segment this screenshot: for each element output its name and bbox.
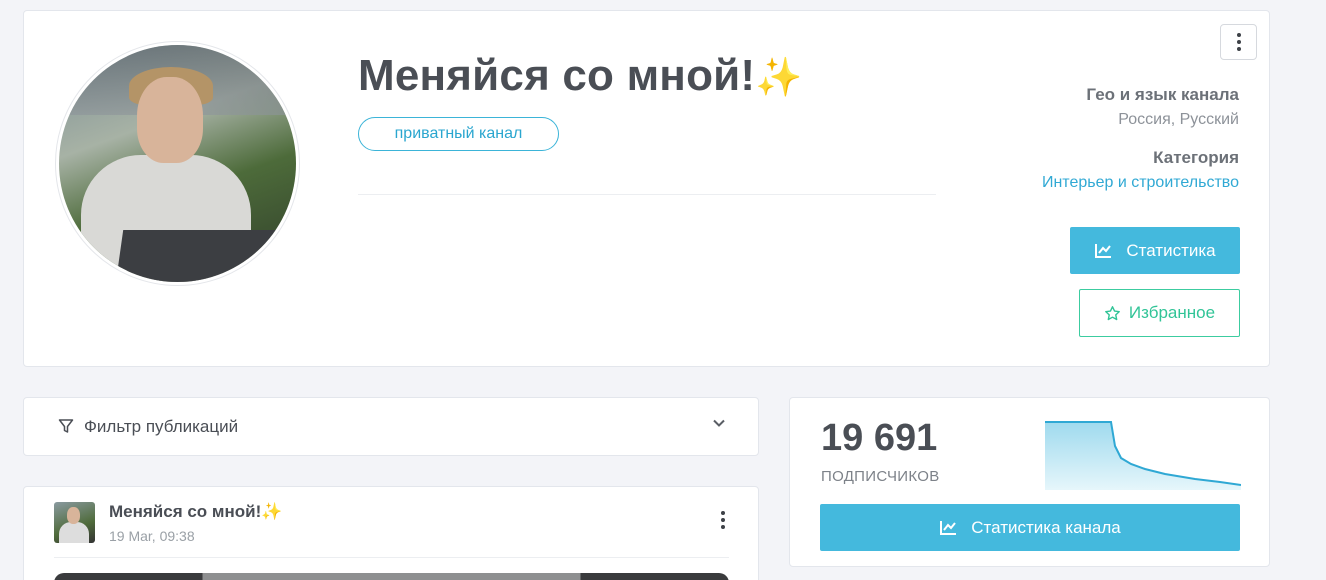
channel-avatar (55, 41, 300, 286)
more-vertical-icon (721, 511, 725, 515)
favorite-button[interactable]: Избранное (1079, 289, 1240, 337)
sparkles-icon: ✨ (755, 57, 803, 99)
channel-header-card: Меняйся со мной!✨ приватный канал Гео и … (23, 10, 1270, 367)
subscribers-card: 19 691 ПОДПИСЧИКОВ Статистика канала (789, 397, 1270, 567)
post-media-image (54, 573, 729, 580)
filter-icon (58, 419, 74, 433)
post-card: Меняйся со мной!✨ 19 Mar, 09:38 (23, 486, 759, 580)
star-icon (1104, 305, 1120, 320)
category-label: Категория (1153, 148, 1239, 167)
statistics-button[interactable]: Статистика (1070, 227, 1240, 274)
subscriber-count: 19 691 (821, 417, 938, 459)
chart-line-icon (1095, 243, 1112, 258)
post-title-text: Меняйся со мной! (109, 502, 262, 521)
sparkles-icon: ✨ (261, 502, 283, 521)
more-vertical-icon (1236, 33, 1241, 37)
channel-more-menu-button[interactable] (1220, 24, 1257, 60)
channel-statistics-button[interactable]: Статистика канала (820, 504, 1240, 551)
channel-title-text: Меняйся со мной! (358, 51, 756, 100)
post-more-menu-button[interactable] (721, 511, 725, 529)
filter-label: Фильтр публикаций (84, 417, 239, 436)
statistics-button-label: Статистика (1126, 240, 1216, 260)
post-date: 19 Mar, 09:38 (109, 528, 195, 544)
publication-filter-toggle[interactable]: Фильтр публикаций (23, 397, 759, 456)
geo-language-label: Гео и язык канала (1086, 85, 1239, 104)
post-author-name: Меняйся со мной!✨ (109, 502, 282, 522)
chart-line-icon (940, 520, 957, 535)
chevron-down-icon (713, 419, 725, 427)
divider (54, 557, 729, 558)
channel-avatar-image (59, 45, 296, 282)
subscriber-label: ПОДПИСЧИКОВ (821, 468, 940, 485)
private-channel-badge: приватный канал (358, 117, 559, 151)
category-link[interactable]: Интерьер и строительство (1042, 174, 1239, 192)
subscriber-trend-sparkline (1045, 421, 1241, 490)
channel-statistics-button-label: Статистика канала (971, 517, 1121, 537)
geo-language-value: Россия, Русский (1118, 111, 1239, 128)
divider (358, 194, 936, 195)
favorite-button-label: Избранное (1128, 303, 1216, 322)
post-author-avatar (54, 502, 95, 543)
channel-title: Меняйся со мной!✨ (358, 51, 803, 101)
